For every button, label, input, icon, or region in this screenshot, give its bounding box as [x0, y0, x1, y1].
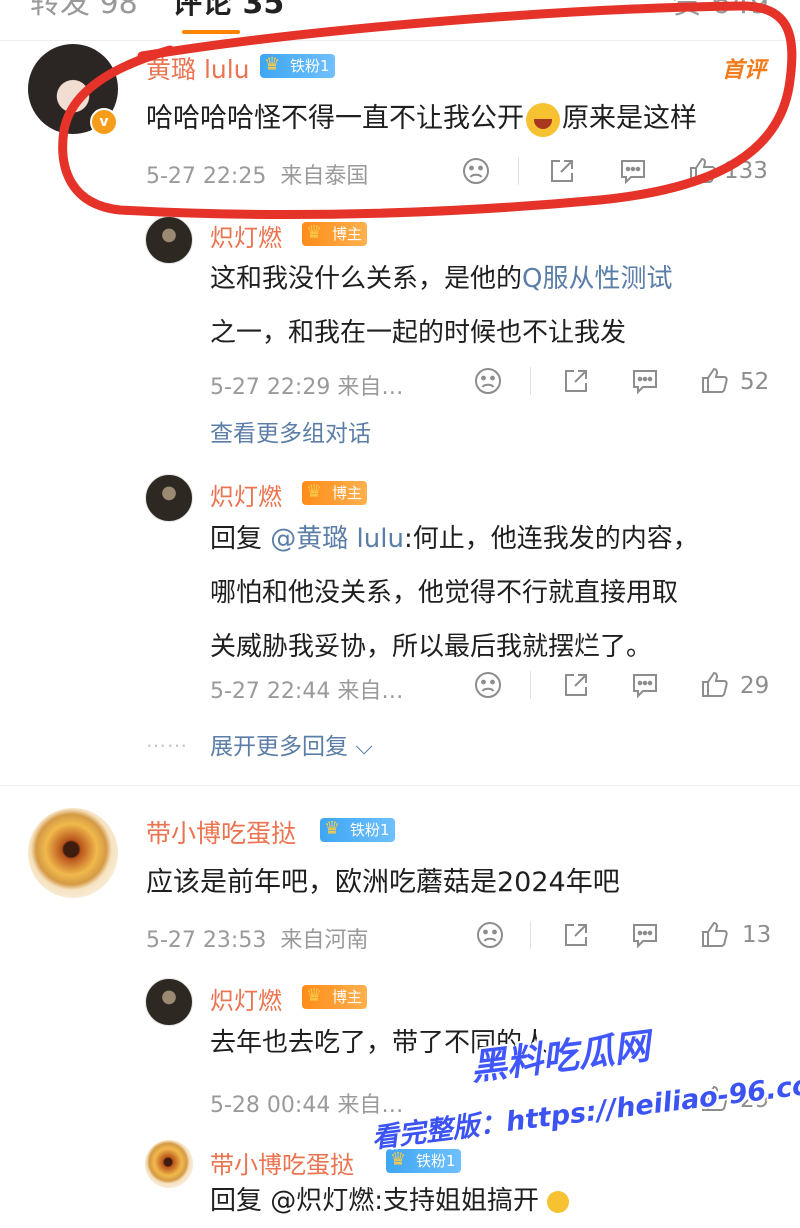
- mention-link[interactable]: @黄璐 lulu: [270, 524, 404, 554]
- search-icon: Q: [522, 264, 543, 294]
- badge-label: 铁粉1: [350, 821, 390, 839]
- blogger-badge: ♛ 博主: [302, 481, 368, 505]
- action-divider: [530, 921, 531, 949]
- dislike-icon[interactable]: [474, 367, 502, 395]
- header-divider: [0, 40, 800, 41]
- action-divider: [530, 671, 531, 699]
- share-icon[interactable]: [562, 367, 590, 395]
- badge-label: 铁粉1: [416, 1152, 456, 1170]
- reply-text: 回复 @黄璐 lulu:何止，他连我发的内容， 哪怕和他没关系，他觉得不行就直接…: [210, 524, 699, 662]
- avatar[interactable]: [145, 1140, 193, 1188]
- reply-meta: 5-27 22:29 来自…: [210, 375, 404, 400]
- comment-meta: 5-27 22:25 来自泰国: [146, 164, 369, 189]
- crown-icon: ♛: [324, 818, 341, 839]
- comment-divider: [0, 785, 800, 786]
- like-icon[interactable]: [700, 365, 730, 395]
- reply-username[interactable]: 炽灯燃: [210, 218, 282, 253]
- avatar[interactable]: [145, 216, 193, 264]
- crown-icon: ♛: [306, 481, 323, 502]
- like-count: 133: [724, 158, 768, 184]
- laughing-emoji-icon: [526, 102, 560, 137]
- crown-icon: ♛: [264, 54, 281, 75]
- blogger-badge: ♛ 博主: [302, 985, 368, 1009]
- chevron-down-icon: ⌵: [355, 734, 373, 760]
- like-icon[interactable]: [700, 669, 730, 699]
- reply-meta: 5-27 22:44 来自…: [210, 679, 404, 704]
- tab-comments[interactable]: 评论 35: [172, 0, 284, 22]
- comment-tabs: 转发 98 评论 35 赞 649: [0, 0, 800, 40]
- search-topic-link[interactable]: Q服从性测试: [522, 264, 672, 294]
- comment-icon[interactable]: [618, 157, 648, 185]
- badge-label: 博主: [332, 484, 363, 502]
- crown-icon: ♛: [306, 222, 323, 243]
- share-icon[interactable]: [562, 921, 590, 949]
- comment-username[interactable]: 带小博吃蛋挞: [146, 814, 296, 850]
- action-divider: [518, 157, 519, 185]
- badge-label: 博主: [332, 225, 363, 243]
- badge-label: 博主: [332, 988, 363, 1006]
- share-icon[interactable]: [562, 671, 590, 699]
- comment-icon[interactable]: [630, 921, 660, 949]
- active-tab-indicator: [182, 30, 240, 34]
- comment-username[interactable]: 黄璐 lulu: [146, 50, 250, 86]
- dislike-icon[interactable]: [462, 157, 490, 185]
- blogger-badge: ♛ 博主: [302, 222, 368, 246]
- comment-text: 应该是前年吧，欧洲吃蘑菇是2024年吧: [146, 867, 620, 898]
- fan-level-badge: ♛ 铁粉1: [320, 818, 395, 842]
- reply-username[interactable]: 炽灯燃: [210, 981, 282, 1016]
- expand-more-replies-link[interactable]: 展开更多回复 ⌵: [210, 727, 373, 761]
- dislike-icon[interactable]: [476, 921, 504, 949]
- avatar[interactable]: [145, 978, 193, 1026]
- badge-label: 铁粉1: [290, 57, 330, 75]
- expand-dots: ……: [146, 728, 188, 752]
- comment-text: 哈哈哈哈怪不得一直不让我公开 原来是这样: [146, 96, 697, 137]
- avatar[interactable]: [145, 474, 193, 522]
- verified-icon: v: [90, 108, 118, 136]
- action-divider: [530, 367, 531, 395]
- reply-text: 这和我没什么关系，是他的Q服从性测试 之一，和我在一起的时候也不让我发: [210, 264, 673, 348]
- tab-likes[interactable]: 赞 649: [672, 0, 769, 22]
- reply-text: 回复 @炽灯燃:支持姐姐搞开: [210, 1174, 570, 1228]
- like-count: 13: [742, 922, 772, 948]
- view-more-dialogs-link[interactable]: 查看更多组对话: [210, 414, 371, 448]
- like-icon[interactable]: [700, 919, 730, 949]
- comment-icon[interactable]: [630, 367, 660, 395]
- like-icon[interactable]: [688, 155, 718, 185]
- crown-icon: ♛: [306, 985, 323, 1006]
- fan-level-badge: ♛ 铁粉1: [260, 54, 335, 78]
- share-icon[interactable]: [548, 157, 576, 185]
- comment-icon[interactable]: [630, 671, 660, 699]
- reply-username[interactable]: 炽灯燃: [210, 477, 282, 512]
- reply-meta: 5-28 00:44 来自…: [210, 1093, 404, 1118]
- like-count: 29: [740, 673, 770, 699]
- first-comment-tag: 首评: [722, 58, 767, 83]
- comment-meta: 5-27 23:53 来自河南: [146, 928, 369, 953]
- avatar[interactable]: [28, 808, 118, 898]
- dislike-icon[interactable]: [474, 671, 502, 699]
- smile-emoji-icon: [547, 1190, 570, 1213]
- like-count: 52: [740, 369, 770, 395]
- tab-reposts[interactable]: 转发 98: [30, 0, 138, 22]
